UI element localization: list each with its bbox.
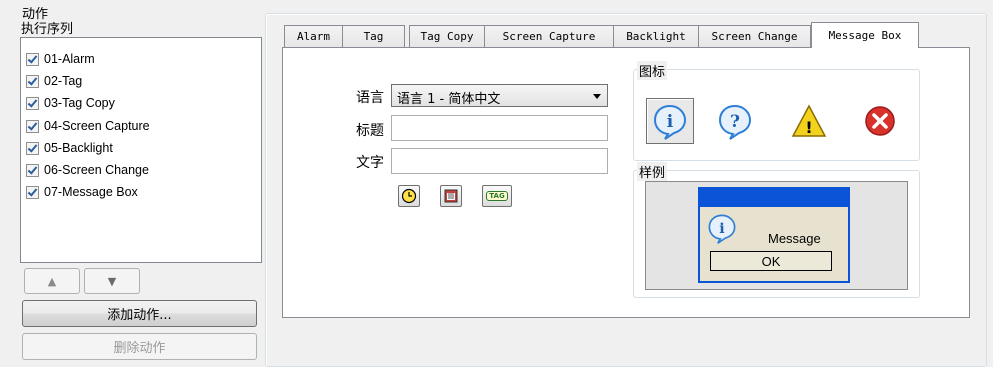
clock-icon — [401, 188, 417, 204]
chevron-down-icon — [593, 94, 601, 99]
title-label: 标题 — [356, 123, 384, 139]
checkbox[interactable] — [26, 52, 39, 66]
tab-screen-capture[interactable]: Screen Capture — [484, 25, 614, 47]
text-input[interactable] — [391, 148, 608, 174]
list-item-label: 03-Tag Copy — [44, 96, 115, 110]
sequence-label: 执行序列 — [21, 22, 74, 37]
preview-message: Message — [768, 231, 821, 246]
list-item[interactable]: 07-Message Box — [26, 182, 138, 202]
list-item[interactable]: 03-Tag Copy — [26, 93, 115, 113]
delete-action-button[interactable]: 删除动作 — [22, 333, 257, 360]
tab-tag[interactable]: Tag — [342, 25, 405, 47]
list-item-label: 01-Alarm — [44, 52, 95, 66]
svg-text:i: i — [667, 112, 674, 132]
sequence-list[interactable]: 01-Alarm 02-Tag 03-Tag Copy 04-Screen Ca… — [20, 37, 262, 263]
up-arrow-icon: ▲ — [47, 274, 57, 288]
language-select[interactable]: 语言 1 - 简体中文 — [391, 84, 608, 107]
text-label: 文字 — [356, 155, 384, 171]
list-item[interactable]: 06-Screen Change — [26, 160, 149, 180]
checkbox[interactable] — [26, 163, 39, 177]
svg-text:?: ? — [730, 112, 740, 132]
info-icon: i — [708, 214, 736, 244]
list-item-label: 06-Screen Change — [44, 163, 149, 177]
checkbox[interactable] — [26, 141, 39, 155]
list-item[interactable]: 05-Backlight — [26, 138, 113, 158]
list-item[interactable]: 04-Screen Capture — [26, 116, 150, 136]
tag-icon: TAG — [486, 191, 508, 201]
insert-tag-button[interactable]: TAG — [482, 185, 512, 207]
list-item-label: 04-Screen Capture — [44, 119, 150, 133]
list-item[interactable]: 02-Tag — [26, 71, 82, 91]
icon-option-warning[interactable]: ! — [785, 98, 833, 144]
list-item-label: 07-Message Box — [44, 185, 138, 199]
tab-message-box[interactable]: Message Box — [811, 22, 919, 48]
preview-titlebar — [700, 189, 848, 207]
down-arrow-icon: ▼ — [107, 274, 117, 288]
svg-text:i: i — [719, 221, 725, 237]
tab-backlight[interactable]: Backlight — [613, 25, 699, 47]
language-select-value: 语言 1 - 简体中文 — [397, 92, 501, 107]
checkbox[interactable] — [26, 119, 39, 133]
preview-frame: i Message OK — [645, 181, 908, 290]
warning-icon: ! — [791, 104, 827, 137]
language-label: 语言 — [356, 90, 384, 106]
move-up-button[interactable]: ▲ — [24, 268, 80, 294]
list-item-label: 02-Tag — [44, 74, 83, 88]
title-input[interactable] — [391, 115, 608, 141]
move-down-button[interactable]: ▼ — [84, 268, 140, 294]
tab-screen-change[interactable]: Screen Change — [698, 25, 811, 47]
icon-option-info[interactable]: i — [646, 98, 694, 144]
list-item[interactable]: 01-Alarm — [26, 49, 95, 69]
list-item-label: 05-Backlight — [44, 141, 113, 155]
checkbox[interactable] — [26, 185, 39, 199]
icon-option-error[interactable] — [856, 98, 904, 144]
tab-tag-copy[interactable]: Tag Copy — [409, 25, 485, 47]
svg-text:!: ! — [805, 118, 812, 137]
icon-group-label: 图标 — [637, 61, 668, 80]
insert-time-button[interactable] — [398, 185, 420, 207]
question-icon: ? — [718, 104, 752, 140]
info-icon: i — [653, 104, 687, 140]
tab-alarm[interactable]: Alarm — [284, 25, 343, 47]
preview-group-label: 样例 — [637, 162, 668, 181]
insert-date-button[interactable] — [440, 185, 462, 207]
error-icon — [865, 106, 895, 136]
icon-option-question[interactable]: ? — [711, 98, 759, 144]
checkbox[interactable] — [26, 96, 39, 110]
calendar-icon — [444, 189, 458, 203]
preview-ok-button: OK — [710, 251, 832, 271]
add-action-button[interactable]: 添加动作... — [22, 300, 257, 327]
checkbox[interactable] — [26, 74, 39, 88]
preview-window: i Message OK — [698, 187, 850, 283]
